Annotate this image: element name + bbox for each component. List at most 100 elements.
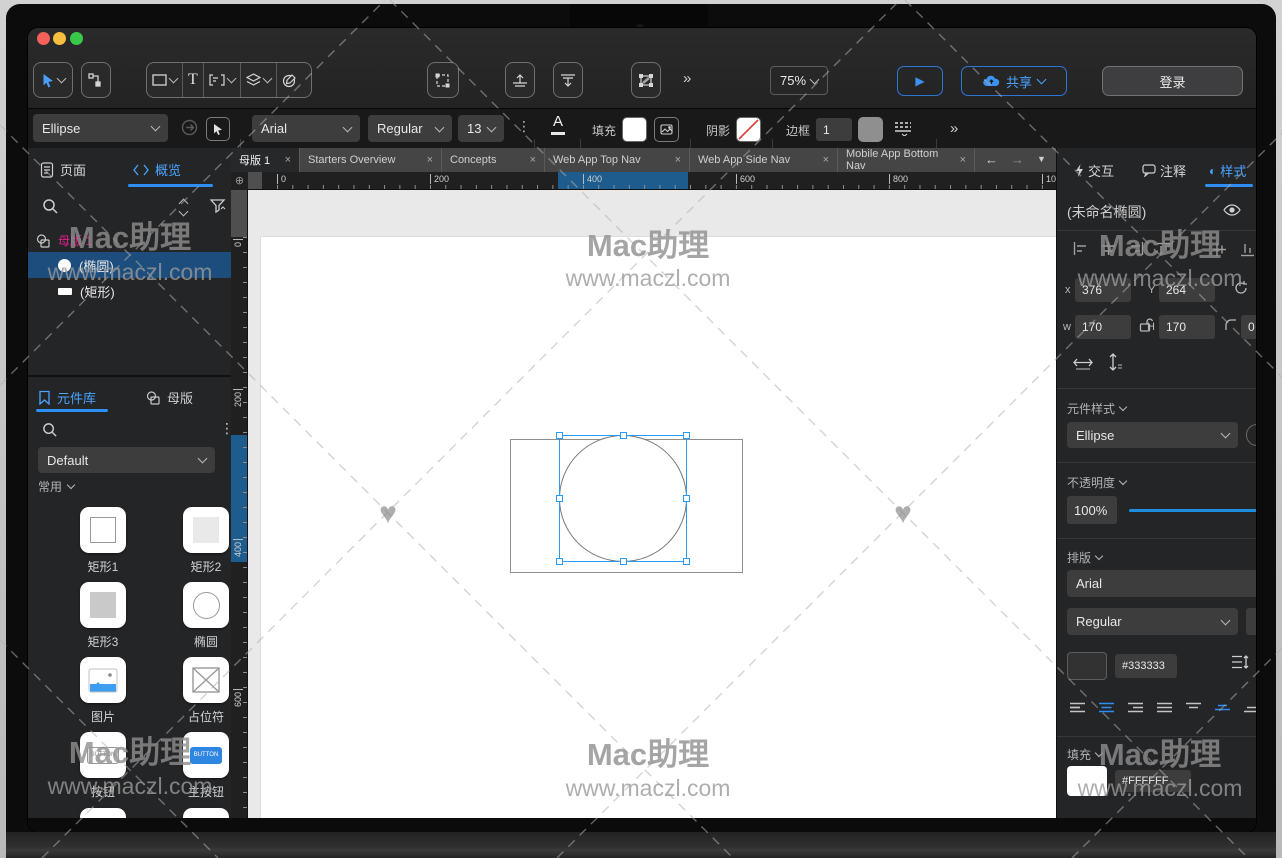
- preview-button[interactable]: ▶: [897, 66, 943, 96]
- eye-icon[interactable]: [1223, 204, 1241, 216]
- doc-tab[interactable]: Concepts×: [442, 148, 545, 172]
- minimize-window-button[interactable]: [53, 32, 66, 45]
- bring-to-front-button[interactable]: [505, 62, 535, 98]
- align-center-h-button[interactable]: [1101, 242, 1116, 255]
- selection-box[interactable]: [559, 435, 687, 562]
- send-to-back-button[interactable]: [553, 62, 583, 98]
- pen-tool-button[interactable]: [277, 63, 302, 97]
- font-color-hex-field[interactable]: #333333: [1115, 654, 1177, 678]
- tab-nav-back-icon[interactable]: ←: [985, 152, 998, 167]
- component-placeholder[interactable]: [183, 657, 229, 703]
- text-align-justify-button[interactable]: [1156, 702, 1173, 714]
- format-overflow-button[interactable]: »: [950, 120, 958, 137]
- select-mode-button[interactable]: [206, 117, 230, 141]
- rotate-icon[interactable]: [1233, 280, 1249, 296]
- tab-overview[interactable]: 概览: [133, 160, 181, 179]
- crop-tool-button[interactable]: [631, 62, 661, 98]
- selection-handle[interactable]: [620, 558, 627, 565]
- border-style-button[interactable]: [894, 120, 916, 136]
- selection-handle[interactable]: [683, 432, 690, 439]
- component-rectangle1[interactable]: [80, 507, 126, 553]
- font-color-button[interactable]: A: [551, 114, 565, 135]
- login-button[interactable]: 登录: [1102, 66, 1243, 96]
- align-top-button[interactable]: [1157, 242, 1170, 257]
- doc-tab[interactable]: Web App Top Nav×: [545, 148, 690, 172]
- text-align-left-button[interactable]: [1069, 702, 1086, 714]
- tab-notes[interactable]: 注释: [1142, 161, 1186, 180]
- library-search-button[interactable]: [42, 422, 58, 438]
- close-icon[interactable]: ×: [530, 154, 536, 166]
- layers-tool-button[interactable]: [241, 63, 277, 97]
- doc-tab[interactable]: Starters Overview×: [300, 148, 442, 172]
- text-align-center-button[interactable]: [1098, 702, 1115, 714]
- tab-library[interactable]: 元件库: [38, 388, 96, 407]
- component-button[interactable]: BUTTON: [80, 732, 126, 778]
- doc-tab[interactable]: Mobile App Bottom Nav×: [838, 148, 975, 172]
- font-weight-dropdown[interactable]: Regular: [1067, 608, 1238, 635]
- component-rectangle3[interactable]: [80, 582, 126, 628]
- widget-style-dropdown[interactable]: Ellipse: [1067, 422, 1238, 448]
- sort-button[interactable]: [180, 198, 187, 215]
- component-image[interactable]: [80, 657, 126, 703]
- fill-image-button[interactable]: [654, 117, 679, 142]
- share-button[interactable]: 共享: [961, 66, 1067, 96]
- opacity-slider[interactable]: [1129, 509, 1256, 512]
- widget-style-section[interactable]: 元件样式: [1067, 400, 1126, 417]
- tree-item-rectangle[interactable]: (矩形): [28, 278, 231, 304]
- opacity-section[interactable]: 不透明度: [1067, 474, 1126, 491]
- close-icon[interactable]: ×: [960, 154, 966, 166]
- library-select[interactable]: Default: [38, 447, 215, 473]
- w-field[interactable]: 170: [1075, 315, 1131, 339]
- transform-tool-button[interactable]: [427, 62, 459, 98]
- corner-radius-field[interactable]: 0: [1241, 315, 1256, 339]
- tree-item-ellipse[interactable]: (椭圆): [28, 252, 231, 278]
- x-field[interactable]: 376: [1075, 278, 1131, 302]
- update-style-icon[interactable]: [180, 118, 199, 137]
- distribute-horizontal-icon[interactable]: [1073, 355, 1093, 370]
- tab-pages[interactable]: 页面: [40, 160, 86, 179]
- selection-handle[interactable]: [683, 495, 690, 502]
- inline-frame-tool-button[interactable]: [204, 63, 241, 97]
- align-left-button[interactable]: [1073, 242, 1088, 255]
- font-family-select[interactable]: Arial: [252, 115, 360, 142]
- shadow-swatch[interactable]: [736, 117, 761, 142]
- ruler-corner[interactable]: ⊕: [231, 172, 248, 190]
- tab-interactions[interactable]: 交互: [1075, 161, 1114, 180]
- connector-tool-button[interactable]: [81, 62, 111, 98]
- font-size-field[interactable]: [1246, 608, 1256, 635]
- widget-style-select[interactable]: Ellipse: [33, 114, 168, 142]
- selection-name[interactable]: (未命名椭圆): [1067, 202, 1146, 222]
- selection-handle[interactable]: [556, 432, 563, 439]
- shape-fill-hex-field[interactable]: #FFFFFF: [1115, 770, 1191, 792]
- text-valign-bottom-button[interactable]: [1243, 702, 1256, 714]
- shape-fill-swatch[interactable]: [1067, 766, 1107, 796]
- rectangle-tool-button[interactable]: [147, 63, 183, 97]
- close-icon[interactable]: ×: [675, 154, 681, 166]
- selection-handle[interactable]: [620, 432, 627, 439]
- align-bottom-button[interactable]: [1241, 242, 1254, 257]
- tab-nav-forward-icon[interactable]: →: [1011, 152, 1024, 167]
- line-spacing-icon[interactable]: [1231, 654, 1249, 670]
- font-size-select[interactable]: 13: [458, 115, 504, 142]
- component-primary-button[interactable]: BUTTON: [183, 732, 229, 778]
- toolbar-overflow-button[interactable]: »: [683, 70, 691, 87]
- close-icon[interactable]: ×: [285, 154, 291, 166]
- master-section-row[interactable]: 母版 1: [36, 232, 92, 249]
- selection-handle[interactable]: [556, 495, 563, 502]
- select-tool-button[interactable]: [33, 62, 73, 98]
- text-valign-middle-button[interactable]: [1214, 702, 1231, 714]
- zoom-window-button[interactable]: [70, 32, 83, 45]
- font-weight-select[interactable]: Regular: [368, 115, 452, 142]
- canvas-zoom-select[interactable]: 75%: [770, 66, 828, 95]
- distribute-vertical-icon[interactable]: [1107, 353, 1123, 371]
- opacity-field[interactable]: 100%: [1067, 496, 1117, 524]
- font-more-button[interactable]: ⋮: [517, 118, 531, 135]
- text-valign-top-button[interactable]: [1185, 702, 1202, 714]
- y-field[interactable]: 264: [1159, 278, 1215, 302]
- font-color-swatch[interactable]: [1067, 652, 1107, 680]
- fill-section[interactable]: 填充: [1067, 746, 1102, 763]
- style-edit-icon[interactable]: [1246, 424, 1256, 446]
- filter-button[interactable]: [210, 198, 226, 214]
- tab-masters[interactable]: 母版: [146, 388, 193, 407]
- doc-tab[interactable]: 母版 1×: [231, 148, 300, 172]
